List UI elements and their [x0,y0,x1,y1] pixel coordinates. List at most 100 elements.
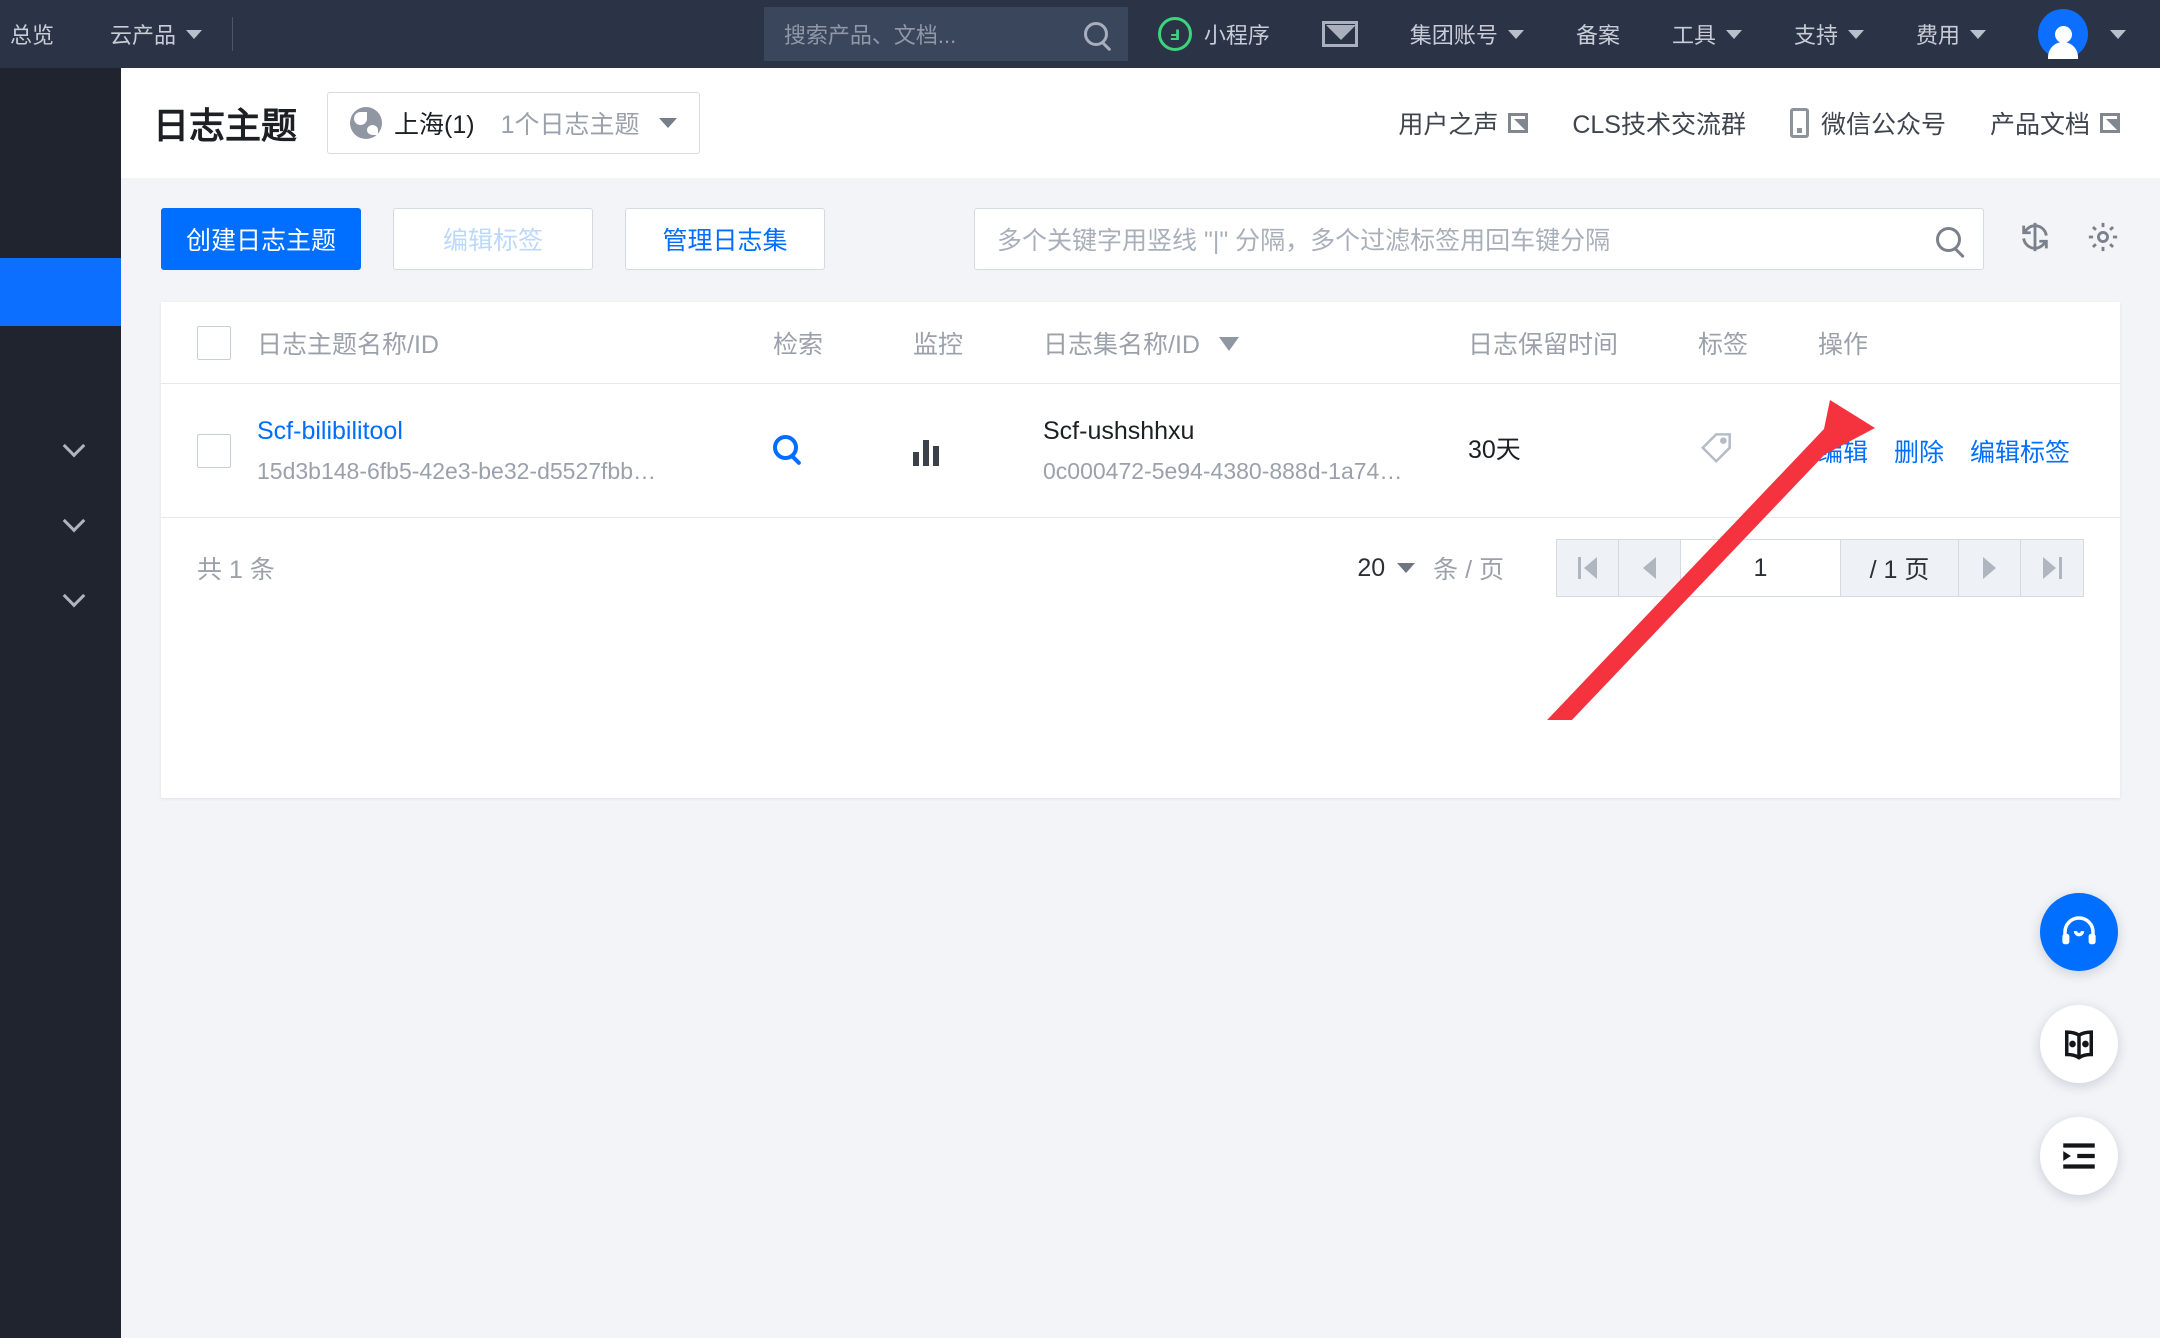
th-logset-name[interactable]: 日志集名称/ID [1043,325,1468,361]
mail-icon [1322,21,1358,47]
cell-topic-name: Scf-bilibilitool 15d3b148-6fb5-42e3-be32… [257,416,773,486]
logset-name-text: Scf-ushshhxu [1043,416,1468,447]
global-search-placeholder: 搜索产品、文档... [784,18,1084,50]
total-count-text: 共 1 条 [197,550,275,586]
search-icon[interactable] [773,435,798,460]
account-menu[interactable] [2012,0,2160,68]
search-icon[interactable] [1084,22,1108,46]
cell-operations: 编辑 删除 编辑标签 [1818,433,2120,469]
nav-item-tools[interactable]: 工具 [1646,0,1768,68]
globe-icon [350,107,382,139]
chevron-down-icon[interactable] [63,510,86,533]
nav-item-billing[interactable]: 费用 [1890,0,2012,68]
nav-item-mail[interactable] [1296,0,1384,68]
search-placeholder: 多个关键字用竖线 "|" 分隔，多个过滤标签用回车键分隔 [997,221,1936,257]
nav-item-group-account[interactable]: 集团账号 [1384,0,1550,68]
select-all-cell [161,326,257,360]
page-size-value: 20 [1357,554,1385,583]
region-topic-count: 1个日志主题 [501,105,640,141]
header-link-user-voice-label: 用户之声 [1398,105,1498,141]
left-sidebar [0,68,121,1338]
th-search: 检索 [773,325,913,361]
nav-item-cloud-products[interactable]: 云产品 [84,0,228,68]
bar-chart-icon[interactable] [913,436,1043,466]
nav-item-overview-label: 总览 [10,18,54,50]
topic-id-text: 15d3b148-6fb5-42e3-be32-d5527fbb… [257,457,773,486]
last-page-button[interactable] [2021,540,2083,596]
page-size-selector[interactable]: 20 [1357,554,1415,583]
headset-icon [2058,911,2100,953]
chevron-down-icon [2110,30,2126,39]
header-link-product-docs[interactable]: 产品文档 [1990,105,2120,141]
nav-item-tools-label: 工具 [1672,18,1716,50]
tag-icon[interactable] [1698,428,1736,466]
manage-logset-button[interactable]: 管理日志集 [625,208,825,270]
chevron-down-icon [659,118,677,128]
row-select-cell [161,434,257,468]
edit-link[interactable]: 编辑 [1818,433,1868,469]
phone-icon [1790,108,1809,138]
global-search-input[interactable]: 搜索产品、文档... [764,7,1128,61]
create-log-topic-button[interactable]: 创建日志主题 [161,208,361,270]
per-page-label: 条 / 页 [1433,550,1504,586]
refresh-icon[interactable] [2018,220,2052,259]
th-monitor: 监控 [913,325,1043,361]
search-icon[interactable] [1936,227,1961,252]
nav-item-beian[interactable]: 备案 [1550,0,1646,68]
chevron-down-icon [1397,563,1415,573]
prev-page-button[interactable] [1619,540,1681,596]
region-selector[interactable]: 上海(1) 1个日志主题 [327,92,700,154]
select-all-checkbox[interactable] [197,326,231,360]
th-operation: 操作 [1818,325,2120,361]
cell-search [773,435,913,467]
cell-monitor [913,436,1043,466]
nav-item-beian-label: 备案 [1576,18,1620,50]
chevron-down-icon [186,30,202,39]
region-name: 上海(1) [394,105,475,141]
book-icon [2058,1023,2100,1065]
top-navigation-bar: 总览 云产品 搜索产品、文档... ⅎ 小程序 集团账号 备案 工具 支持 费用 [0,0,2160,68]
edit-tag-button[interactable]: 编辑标签 [393,208,593,270]
row-checkbox[interactable] [197,434,231,468]
page-number-input[interactable]: 1 [1681,540,1841,596]
toolbar: 创建日志主题 编辑标签 管理日志集 多个关键字用竖线 "|" 分隔，多个过滤标签… [161,208,2120,270]
cell-tag [1698,428,1818,473]
nav-item-support[interactable]: 支持 [1768,0,1890,68]
th-tag: 标签 [1698,325,1818,361]
chevron-down-icon[interactable] [63,585,86,608]
table-row: Scf-bilibilitool 15d3b148-6fb5-42e3-be32… [161,384,2120,518]
avatar-icon [2038,9,2088,59]
prev-page-icon [1643,557,1656,579]
nav-item-billing-label: 费用 [1916,18,1960,50]
docs-fab[interactable] [2040,1005,2118,1083]
list-icon [2058,1135,2100,1177]
chevron-down-icon [1970,30,1986,39]
chevron-down-icon[interactable] [63,435,86,458]
header-link-wechat[interactable]: 微信公众号 [1790,105,1946,141]
next-page-button[interactable] [1959,540,2021,596]
search-input[interactable]: 多个关键字用竖线 "|" 分隔，多个过滤标签用回车键分隔 [974,208,1984,270]
sidebar-item-active[interactable] [0,258,121,326]
nav-item-miniprogram[interactable]: ⅎ 小程序 [1128,0,1296,68]
th-topic-name: 日志主题名称/ID [257,325,773,361]
th-logset-name-label: 日志集名称/ID [1043,331,1200,359]
first-page-button[interactable] [1557,540,1619,596]
cell-logset: Scf-ushshhxu 0c000472-5e94-4380-888d-1a7… [1043,416,1468,486]
list-fab[interactable] [2040,1117,2118,1195]
header-link-user-voice[interactable]: 用户之声 [1398,105,1528,141]
header-link-cls-group[interactable]: CLS技术交流群 [1572,105,1746,141]
nav-item-support-label: 支持 [1794,18,1838,50]
logset-id-text: 0c000472-5e94-4380-888d-1a74… [1043,457,1468,486]
delete-link[interactable]: 删除 [1894,433,1944,469]
nav-item-cloud-products-label: 云产品 [110,18,176,50]
gear-icon[interactable] [2086,220,2120,259]
cell-retention: 30天 [1468,435,1698,466]
header-link-cls-group-label: CLS技术交流群 [1572,105,1746,141]
pagination-controls: 20 条 / 页 1 / 1 页 [1357,539,2084,597]
filter-icon[interactable] [1219,337,1239,351]
support-fab[interactable] [2040,893,2118,971]
pagination-bar: 共 1 条 20 条 / 页 1 / 1 页 [161,518,2120,618]
nav-item-overview[interactable]: 总览 [0,0,84,68]
topic-name-link[interactable]: Scf-bilibilitool [257,416,773,447]
edit-tag-link[interactable]: 编辑标签 [1970,433,2070,469]
